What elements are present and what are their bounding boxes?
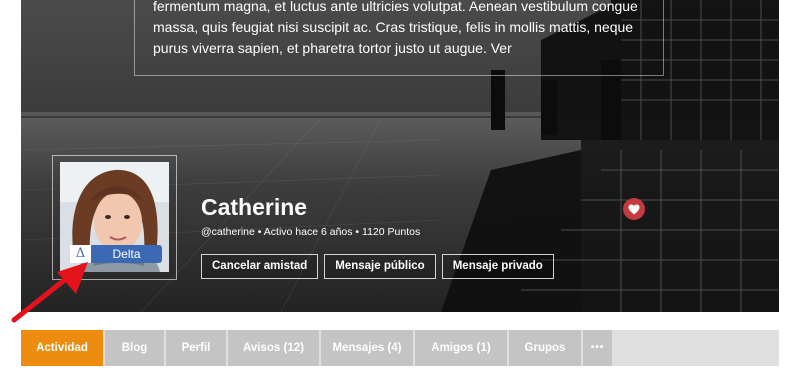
cancel-friendship-button[interactable]: Cancelar amistad <box>201 254 319 279</box>
more-tabs-button[interactable]: ••• <box>583 330 612 366</box>
profile-tabs: Actividad Blog Perfil Avisos (12) Mensaj… <box>21 330 779 366</box>
profile-meta: @catherine • Activo hace 6 años • 1120 P… <box>201 226 421 238</box>
tab-actividad[interactable]: Actividad <box>21 330 103 366</box>
tab-perfil[interactable]: Perfil <box>166 330 226 366</box>
tab-mensajes[interactable]: Mensajes (4) <box>321 330 413 366</box>
profile-name: Catherine <box>201 194 308 220</box>
tab-grupos[interactable]: Grupos <box>509 330 581 366</box>
cover-quote-text: fermentum magna, et luctus ante ultricie… <box>153 0 638 56</box>
profile-actions: Cancelar amistad Mensaje público Mensaje… <box>201 254 554 279</box>
tab-blog[interactable]: Blog <box>105 330 164 366</box>
private-message-button[interactable]: Mensaje privado <box>441 254 554 279</box>
like-button[interactable] <box>623 198 645 220</box>
rank-badge-label: Delta <box>91 245 162 263</box>
public-message-button[interactable]: Mensaje público <box>324 254 436 279</box>
heart-icon <box>628 204 640 214</box>
red-arrow-annotation <box>11 262 88 323</box>
tab-amigos[interactable]: Amigos (1) <box>415 330 507 366</box>
tab-avisos[interactable]: Avisos (12) <box>228 330 319 366</box>
